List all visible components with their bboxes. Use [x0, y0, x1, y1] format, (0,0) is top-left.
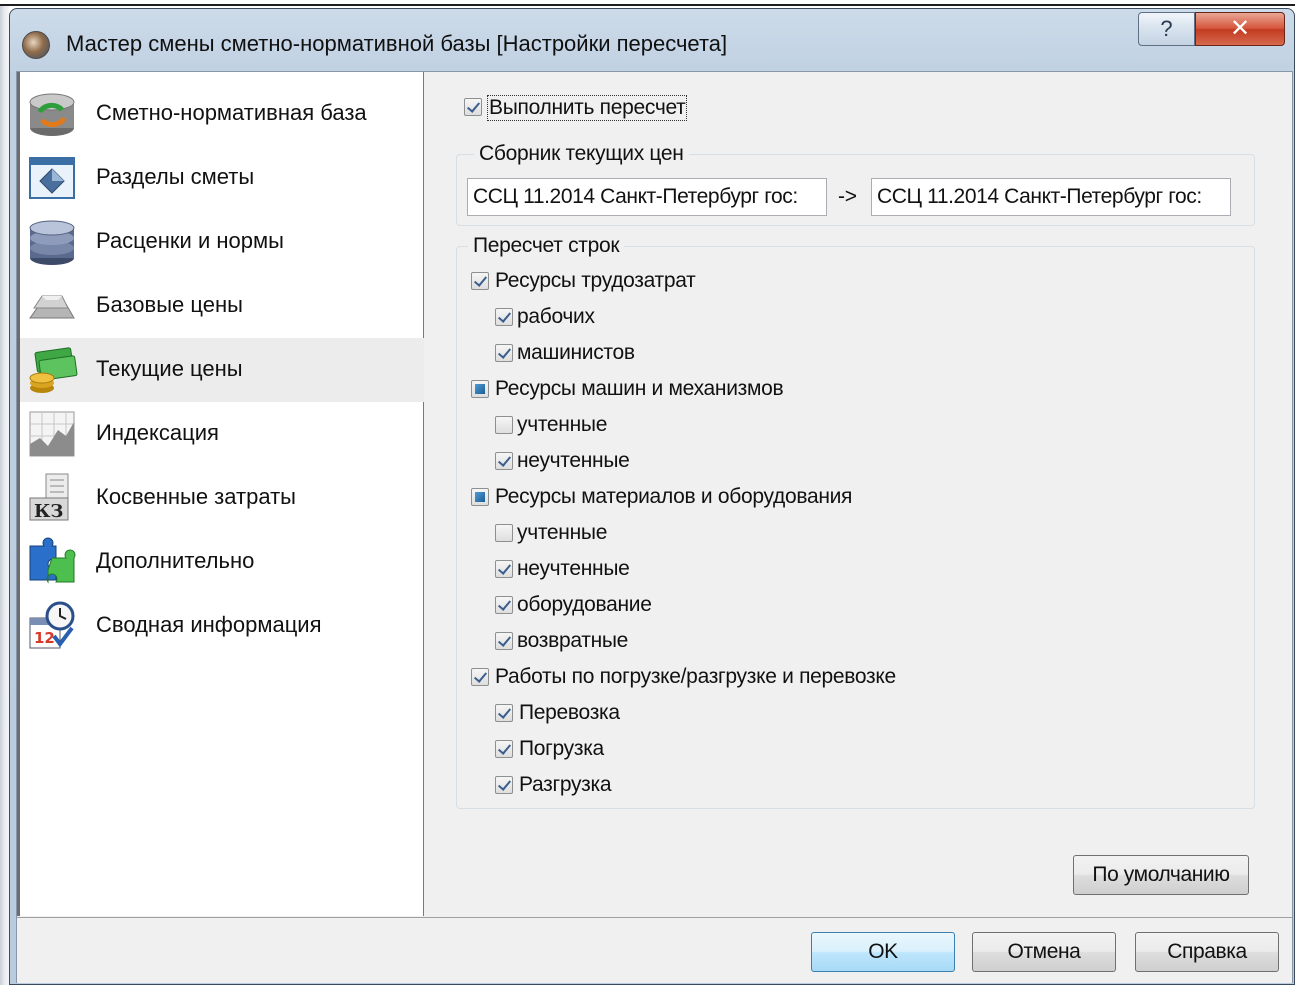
row-label[interactable]: Ресурсы материалов и оборудования [495, 485, 852, 509]
row-label[interactable]: оборудование [517, 593, 652, 617]
row-checkbox-machines-accounted[interactable] [495, 416, 513, 434]
close-icon: ✕ [1229, 15, 1251, 42]
row-checkbox-machines-unaccounted[interactable] [495, 452, 513, 470]
database-refresh-icon [29, 93, 75, 136]
row-label[interactable]: неучтенные [517, 557, 630, 581]
help-title-button[interactable]: ? [1138, 12, 1195, 46]
database-disks-icon [29, 220, 75, 265]
sidebar-item-label: Сводная информация [96, 612, 322, 637]
sidebar-item-label: Сметно-нормативная база [96, 100, 367, 125]
row-label[interactable]: Погрузка [519, 737, 604, 761]
bottom-button-bar: OK Отмена Справка [17, 917, 1292, 983]
sidebar-item-normative-base[interactable]: Сметно-нормативная база [20, 82, 424, 146]
price-from-field[interactable]: ССЦ 11.2014 Санкт-Петербург гос: [467, 178, 827, 216]
sidebar-item-indexation[interactable]: Индексация [20, 402, 424, 466]
sidebar-item-label: Расценки и нормы [96, 228, 284, 253]
chart-graph-icon [29, 411, 75, 457]
arrow-label: -> [838, 185, 857, 208]
row-label[interactable]: Перевозка [519, 701, 620, 725]
sidebar-item-label: Базовые цены [96, 292, 243, 317]
sidebar-item-current-prices[interactable]: Текущие цены [20, 338, 424, 402]
money-coins-icon [29, 347, 78, 393]
row-label[interactable]: Работы по погрузке/разгрузке и перевозке [495, 665, 896, 689]
row-label[interactable]: Ресурсы трудозатрат [495, 269, 696, 293]
row-label[interactable]: учтенные [517, 521, 607, 545]
sidebar-item-label: Разделы сметы [96, 164, 255, 189]
app-icon [22, 31, 50, 59]
rows-group-title: Пересчет строк [468, 234, 625, 258]
sidebar-item-base-prices[interactable]: Базовые цены [20, 274, 424, 338]
sidebar-item-label: Дополнительно [96, 548, 255, 573]
sidebar-item-label: Текущие цены [96, 356, 243, 381]
question-icon: ? [1160, 16, 1173, 41]
recalc-label[interactable]: Выполнить пересчет [487, 95, 688, 121]
screen-top-edge [0, 4, 1295, 6]
window-title: Мастер смены сметно-нормативной базы [На… [66, 31, 728, 56]
prices-group-title: Сборник текущих цен [474, 142, 689, 166]
row-checkbox-materials-unaccounted[interactable] [495, 560, 513, 578]
sidebar-item-estimate-sections[interactable]: Разделы сметы [20, 146, 424, 210]
row-label[interactable]: неучтенные [517, 449, 630, 473]
row-checkbox-machinists[interactable] [495, 344, 513, 362]
row-checkbox-materials[interactable] [471, 488, 489, 506]
row-checkbox-unloading[interactable] [495, 776, 513, 794]
row-checkbox-equipment[interactable] [495, 596, 513, 614]
svg-text:12: 12 [34, 629, 55, 647]
row-checkbox-workers[interactable] [495, 308, 513, 326]
row-label[interactable]: машинистов [517, 341, 635, 365]
sidebar-item-indirect-costs[interactable]: КЗ Косвенные затраты [20, 466, 424, 530]
sidebar-item-label: Индексация [96, 420, 219, 445]
price-to-field[interactable]: ССЦ 11.2014 Санкт-Петербург гос: [871, 178, 1231, 216]
row-label[interactable]: рабочих [517, 305, 595, 329]
row-checkbox-labor[interactable] [471, 272, 489, 290]
sidebar-item-additional[interactable]: Дополнительно [20, 530, 424, 594]
row-checkbox-loading[interactable] [495, 740, 513, 758]
kz-calculator-icon: КЗ [29, 473, 69, 522]
dialog-window: Мастер смены сметно-нормативной базы [На… [9, 8, 1295, 985]
row-checkbox-loading-works[interactable] [471, 668, 489, 686]
calendar-clock-icon: 12 [29, 601, 75, 649]
row-label[interactable]: возвратные [517, 629, 628, 653]
sidebar-item-label: Косвенные затраты [96, 484, 296, 509]
close-button[interactable]: ✕ [1195, 12, 1285, 46]
cancel-button[interactable]: Отмена [972, 932, 1116, 972]
sidebar-item-rates[interactable]: Расценки и нормы [20, 210, 424, 274]
window-diamond-icon [29, 157, 75, 199]
title-bar: Мастер смены сметно-нормативной базы [На… [10, 9, 1294, 75]
puzzle-icon [29, 537, 76, 584]
row-checkbox-materials-accounted[interactable] [495, 524, 513, 542]
settings-panel: Выполнить пересчет Сборник текущих цен С… [427, 72, 1292, 916]
svg-text:КЗ: КЗ [34, 501, 63, 522]
row-checkbox-machines[interactable] [471, 380, 489, 398]
row-label[interactable]: Разгрузка [519, 773, 612, 797]
ok-button[interactable]: OK [811, 932, 955, 972]
dialog-client-area: Сметно-нормативная база Разделы сметы Ра… [16, 71, 1293, 983]
row-checkbox-returnable[interactable] [495, 632, 513, 650]
sidebar-item-summary[interactable]: 12 Сводная информация [20, 594, 424, 658]
help-button[interactable]: Справка [1135, 932, 1279, 972]
row-checkbox-transport[interactable] [495, 704, 513, 722]
row-label[interactable]: учтенные [517, 413, 607, 437]
recalc-checkbox[interactable] [464, 98, 482, 116]
row-label[interactable]: Ресурсы машин и механизмов [495, 377, 784, 401]
defaults-button[interactable]: По умолчанию [1073, 855, 1249, 895]
sidebar-nav: Сметно-нормативная база Разделы сметы Ра… [17, 72, 424, 916]
background-window-edge [0, 6, 9, 985]
gold-bars-icon [29, 295, 75, 319]
